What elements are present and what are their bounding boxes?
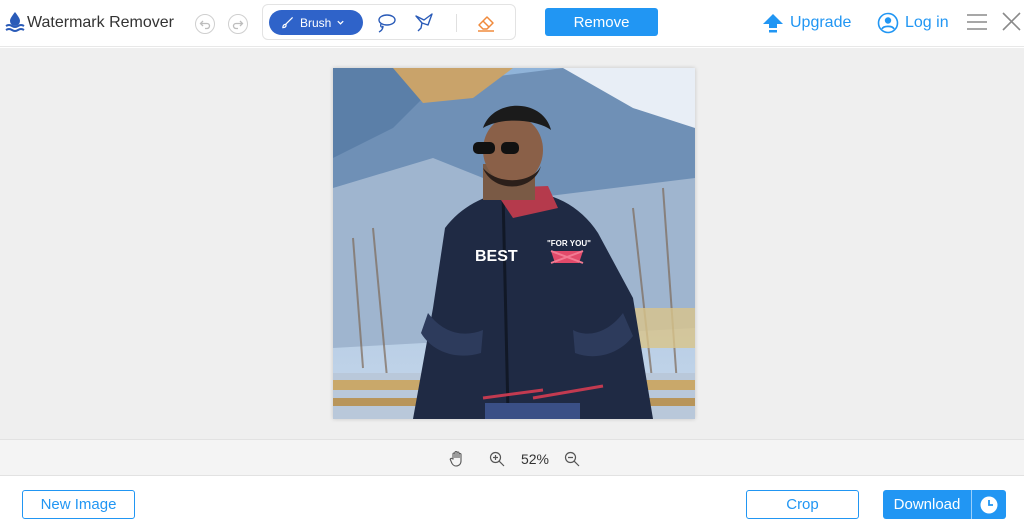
- undo-button[interactable]: [195, 14, 215, 34]
- hand-icon[interactable]: [449, 450, 465, 467]
- selection-toolbox: Brush: [262, 4, 516, 40]
- zoom-in-icon[interactable]: [489, 451, 505, 467]
- jacket-best-text: BEST: [475, 248, 518, 265]
- zoom-out-icon[interactable]: [564, 451, 580, 467]
- upgrade-link[interactable]: Upgrade: [762, 12, 851, 34]
- undo-icon: [199, 20, 211, 30]
- new-image-button[interactable]: New Image: [22, 490, 135, 519]
- brush-tool-label: Brush: [300, 15, 332, 30]
- app-title: Watermark Remover: [27, 14, 174, 31]
- login-label: Log in: [905, 14, 949, 31]
- upgrade-label: Upgrade: [790, 14, 852, 31]
- zoom-bar: 52%: [0, 439, 1024, 476]
- jacket-for-you-text: "FOR YOU": [547, 239, 591, 248]
- login-link[interactable]: Log in: [877, 12, 949, 34]
- clock-icon[interactable]: [980, 496, 998, 514]
- download-divider: [971, 490, 972, 519]
- redo-button[interactable]: [228, 14, 248, 34]
- upgrade-arrow-icon: [763, 14, 783, 33]
- watermark-remover-app: Watermark Remover Brush Remove Upgrade L…: [0, 0, 1024, 526]
- user-account-icon: [877, 12, 899, 34]
- hamburger-menu-icon[interactable]: [967, 13, 987, 31]
- chevron-down-icon: [337, 20, 345, 25]
- download-label: Download: [893, 496, 961, 513]
- image-canvas[interactable]: BEST "FOR YOU": [0, 48, 1024, 439]
- lasso-icon[interactable]: [375, 12, 397, 34]
- polygonal-lasso-icon[interactable]: [413, 12, 435, 34]
- download-button[interactable]: Download: [883, 490, 1006, 519]
- close-icon[interactable]: [1002, 12, 1021, 31]
- photo-illustration: BEST "FOR YOU": [333, 68, 695, 419]
- crop-button[interactable]: Crop: [746, 490, 859, 519]
- preview-photo[interactable]: BEST "FOR YOU": [333, 68, 695, 419]
- brush-icon: [282, 16, 294, 29]
- toolbox-divider: [456, 14, 457, 32]
- remove-button[interactable]: Remove: [545, 8, 658, 36]
- top-toolbar: Watermark Remover Brush Remove Upgrade L…: [0, 0, 1024, 47]
- bottom-bar: New Image Crop Download: [0, 477, 1024, 526]
- redo-icon: [232, 20, 244, 30]
- app-logo-icon: [5, 12, 25, 32]
- brush-tool-button[interactable]: Brush: [269, 10, 363, 35]
- zoom-level: 52%: [520, 451, 550, 467]
- eraser-icon[interactable]: [475, 12, 497, 34]
